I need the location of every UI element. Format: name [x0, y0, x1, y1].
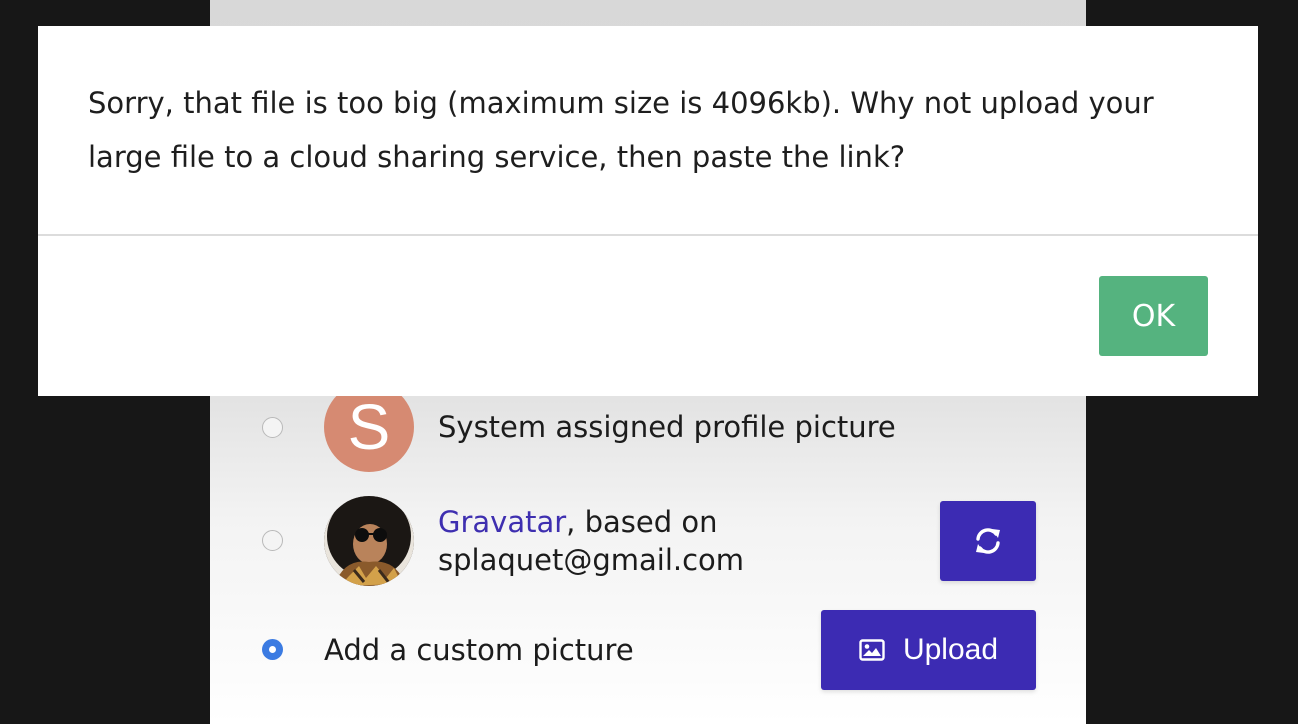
upload-button-label: Upload [902, 633, 999, 666]
radio-system-picture[interactable] [262, 417, 283, 438]
gravatar-avatar [324, 496, 414, 586]
image-icon [859, 639, 885, 661]
radio-custom-picture[interactable] [262, 639, 283, 660]
option-gravatar: Gravatar, based on splaquet@gmail.com [210, 496, 1086, 586]
gravatar-photo [324, 496, 414, 586]
gravatar-link[interactable]: Gravatar [438, 505, 566, 539]
dialog-message: Sorry, that file is too big (maximum siz… [88, 86, 1154, 174]
gravatar-email: splaquet@gmail.com [438, 543, 745, 577]
custom-picture-label: Add a custom picture [324, 633, 634, 667]
upload-button[interactable]: Upload [821, 610, 1036, 690]
ok-button[interactable]: OK [1099, 276, 1208, 356]
dialog-divider [38, 234, 1258, 236]
file-too-big-dialog: Sorry, that file is too big (maximum siz… [38, 26, 1258, 396]
option-custom-picture: Add a custom picture Upload [210, 610, 1086, 690]
refresh-gravatar-button[interactable] [940, 501, 1036, 581]
radio-gravatar[interactable] [262, 530, 283, 551]
system-picture-label: System assigned profile picture [438, 410, 896, 444]
system-avatar-letter: S [347, 391, 391, 463]
refresh-icon [976, 528, 1000, 554]
gravatar-label: Gravatar, based on [438, 503, 718, 541]
page: S System assigned profile picture Gravat… [0, 0, 1298, 724]
gravatar-label-suffix: , based on [566, 505, 718, 539]
